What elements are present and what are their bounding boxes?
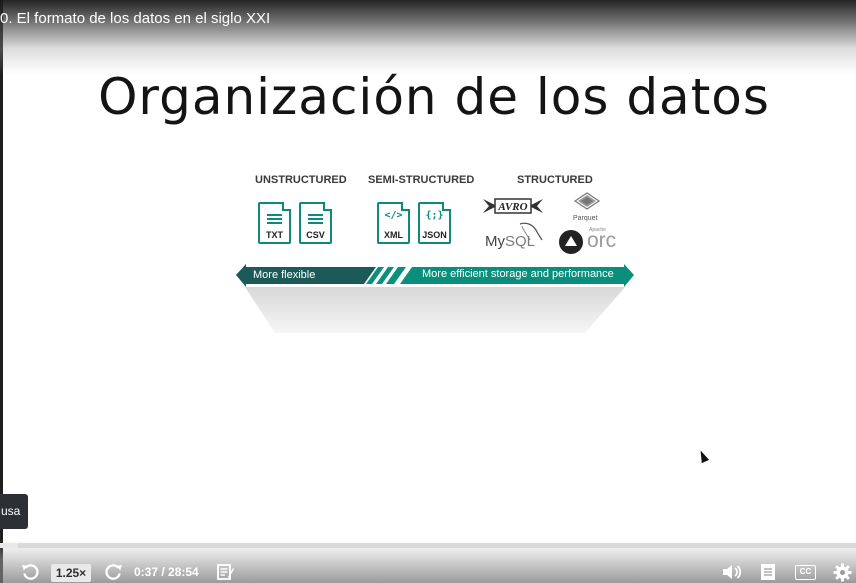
mysql-sql-text: SQL (505, 233, 536, 250)
playback-rate-button[interactable]: 1.25× (51, 564, 91, 582)
slide-title: Organización de los datos (98, 68, 770, 126)
forward-icon[interactable] (104, 563, 123, 582)
mysql-logo: MySQL (485, 233, 535, 250)
mysql-my-text: My (485, 233, 505, 250)
mouse-cursor-icon (696, 448, 710, 464)
xml-file-icon: </> XML (377, 202, 410, 244)
parquet-logo-icon (573, 192, 601, 210)
arrow-left-label: More flexible (253, 269, 316, 281)
rewind-icon[interactable] (21, 563, 40, 582)
settings-gear-icon[interactable] (833, 563, 852, 582)
volume-icon[interactable] (722, 564, 742, 580)
csv-file-icon: CSV (299, 202, 332, 244)
captions-icon[interactable]: CC (795, 565, 816, 580)
json-label: JSON (422, 230, 447, 240)
progress-bar[interactable] (0, 543, 856, 548)
transcript-icon[interactable] (217, 564, 234, 580)
notes-icon[interactable] (760, 563, 776, 581)
progress-fill (0, 543, 18, 548)
category-structured: STRUCTURED (517, 174, 593, 186)
orc-logo-icon (559, 230, 583, 254)
parquet-logo-text: Parquet (573, 215, 598, 222)
video-player[interactable]: Organización de los datos UNSTRUCTURED S… (0, 0, 856, 583)
category-semi-structured: SEMI-STRUCTURED (368, 174, 475, 186)
pause-tooltip: usa (0, 494, 28, 529)
xml-glyph: </> (384, 210, 403, 221)
arrow-right-label: More efficient storage and performance (422, 268, 614, 280)
orc-logo-text: orc (587, 229, 617, 252)
txt-file-icon: TXT (258, 202, 291, 244)
category-unstructured: UNSTRUCTURED (255, 174, 347, 186)
video-title: 0. El formato de los datos en el siglo X… (0, 10, 271, 27)
json-file-icon: {;} JSON (418, 202, 451, 244)
avro-logo-icon: AVRO (483, 198, 543, 214)
json-glyph: {;} (425, 210, 444, 221)
xml-label: XML (384, 230, 403, 240)
arrow-shadow (245, 287, 625, 333)
time-display: 0:37 / 28:54 (134, 565, 199, 579)
avro-logo-text: AVRO (497, 201, 527, 213)
txt-label: TXT (266, 230, 283, 240)
csv-label: CSV (306, 230, 325, 240)
